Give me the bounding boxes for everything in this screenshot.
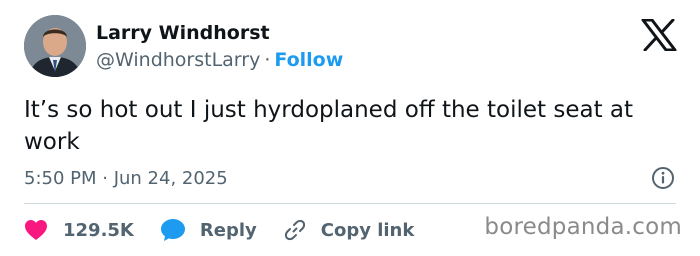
- action-bar: 129.5K Reply Copy link: [24, 218, 440, 242]
- link-icon: [284, 219, 305, 241]
- speech-bubble-icon: [160, 219, 185, 241]
- handle-line: @WindhorstLarry · Follow: [96, 49, 343, 71]
- follow-button[interactable]: Follow: [274, 49, 343, 71]
- reply-button[interactable]: Reply: [160, 218, 257, 242]
- like-button[interactable]: 129.5K: [24, 219, 134, 241]
- reply-label: Reply: [199, 219, 257, 241]
- copy-link-label: Copy link: [320, 219, 415, 241]
- divider: [24, 203, 676, 204]
- tweet-text: It’s so hot out I just hyrdoplaned off t…: [24, 97, 634, 155]
- author-name[interactable]: Larry Windhorst: [96, 22, 270, 44]
- avatar[interactable]: [24, 15, 86, 77]
- author-handle[interactable]: @WindhorstLarry: [96, 49, 260, 71]
- like-count: 129.5K: [63, 219, 134, 241]
- copy-link-button[interactable]: Copy link: [283, 218, 415, 242]
- heart-icon: [25, 220, 47, 240]
- x-logo-icon[interactable]: [641, 18, 677, 52]
- timestamp[interactable]: 5:50 PM · Jun 24, 2025: [24, 168, 228, 189]
- separator: ·: [264, 49, 271, 71]
- info-icon[interactable]: [651, 166, 675, 190]
- watermark: boredpanda.com: [484, 214, 682, 240]
